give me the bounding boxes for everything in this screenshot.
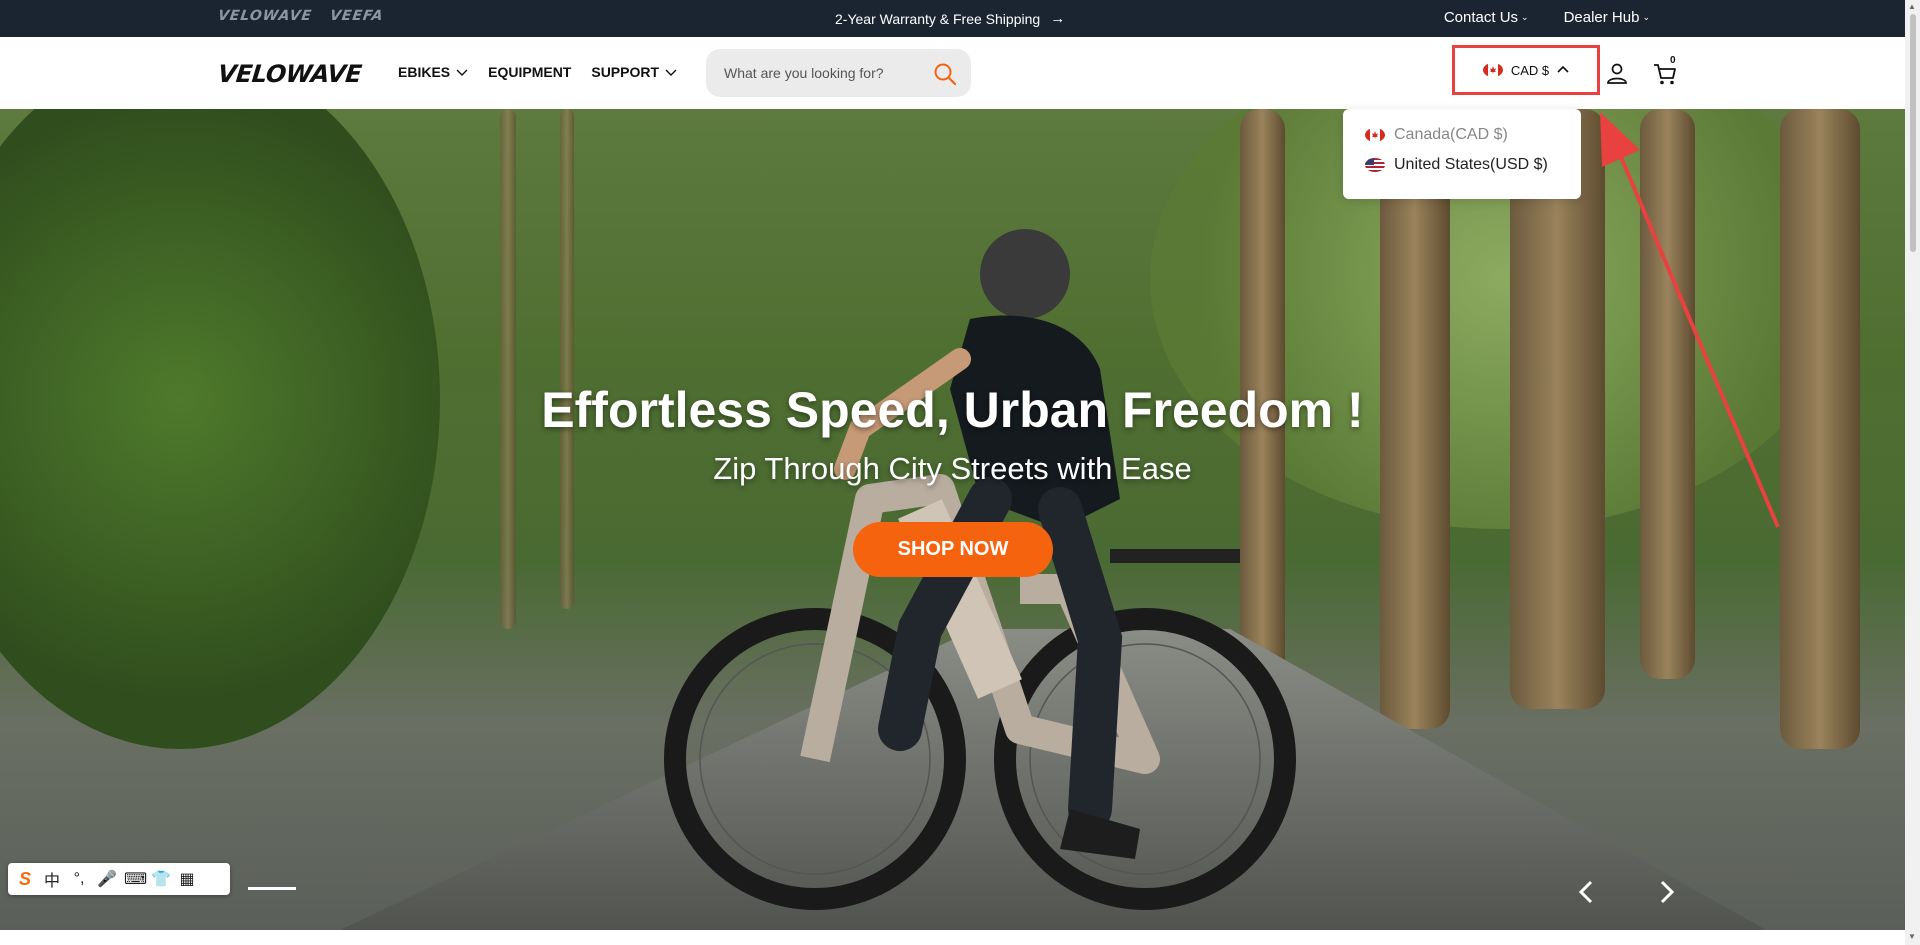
announcement[interactable]: 2-Year Warranty & Free Shipping → xyxy=(835,10,1065,27)
chevron-down-icon: ⌄ xyxy=(1521,12,1529,22)
announcement-text: 2-Year Warranty & Free Shipping xyxy=(835,10,1041,27)
scrollbar-thumb[interactable] xyxy=(1910,14,1916,252)
brand-link-veefa[interactable]: VEEFA xyxy=(329,8,385,24)
grid-menu-icon[interactable]: ▦ xyxy=(178,869,196,889)
chevron-left-icon[interactable] xyxy=(1572,877,1602,907)
hero-banner: Effortless Speed, Urban Freedom ! Zip Th… xyxy=(0,109,1905,930)
dealer-hub-link[interactable]: Dealer Hub ⌄ xyxy=(1564,9,1650,26)
currency-option-label: Canada(CAD $) xyxy=(1394,126,1508,143)
currency-option-us[interactable]: United States(USD $) xyxy=(1365,156,1548,174)
scroll-up-arrow-icon[interactable]: ▲ xyxy=(1908,2,1916,11)
skin-icon[interactable]: 👕 xyxy=(151,869,171,889)
ime-logo-icon[interactable]: S xyxy=(16,869,34,890)
chevron-up-icon xyxy=(1557,65,1569,73)
ime-punctuation-icon[interactable]: °, xyxy=(70,870,88,888)
cart-count-badge: 0 xyxy=(1670,55,1676,66)
dealer-hub-label: Dealer Hub xyxy=(1563,9,1640,26)
contact-us-label: Contact Us xyxy=(1443,9,1519,26)
site-logo[interactable]: VELOWAVE xyxy=(217,60,363,88)
chevron-down-icon: ⌄ xyxy=(1642,12,1650,22)
chevron-down-icon xyxy=(665,69,677,76)
search-input[interactable] xyxy=(722,64,916,82)
shop-now-button[interactable]: SHOP NOW xyxy=(853,522,1053,577)
contact-us-link[interactable]: Contact Us ⌄ xyxy=(1444,9,1529,26)
chevron-down-icon xyxy=(456,69,468,76)
nav-label: EBIKES xyxy=(398,64,451,80)
hero-subtitle: Zip Through City Streets with Ease xyxy=(713,451,1192,486)
tree-trunk xyxy=(500,109,516,629)
currency-dropdown: Canada(CAD $) United States(USD $) xyxy=(1343,109,1581,199)
search-box xyxy=(706,49,971,97)
nav-item-equipment[interactable]: EQUIPMENT xyxy=(488,64,571,80)
brand-link-velowave[interactable]: VELOWAVE xyxy=(217,8,313,24)
canada-flag-icon xyxy=(1365,128,1385,142)
nav-label: SUPPORT xyxy=(591,64,660,80)
chevron-right-icon[interactable] xyxy=(1651,877,1681,907)
nav-item-support[interactable]: SUPPORT xyxy=(591,64,677,80)
hero-title: Effortless Speed, Urban Freedom ! xyxy=(541,382,1364,438)
us-flag-icon xyxy=(1365,158,1385,172)
currency-option-canada[interactable]: Canada(CAD $) xyxy=(1365,126,1508,144)
slide-indicator[interactable] xyxy=(248,887,296,890)
account-icon[interactable] xyxy=(1605,61,1629,85)
currency-label: CAD $ xyxy=(1510,62,1550,78)
scroll-down-arrow-icon[interactable]: ▼ xyxy=(1908,932,1916,941)
top-links: Contact Us ⌄ Dealer Hub ⌄ xyxy=(1444,9,1650,26)
canada-flag-icon xyxy=(1482,63,1503,77)
arrow-right-icon: → xyxy=(1050,10,1066,27)
search-icon[interactable] xyxy=(933,62,957,86)
keyboard-icon[interactable]: ⌨ xyxy=(124,869,147,889)
nav-item-ebikes[interactable]: EBIKES xyxy=(398,64,468,80)
ime-chinese-mode[interactable]: 中 xyxy=(43,867,61,891)
currency-selector[interactable]: CAD $ xyxy=(1452,45,1600,95)
site-header: VELOWAVE EBIKES EQUIPMENT SUPPORT CAD $ xyxy=(0,37,1905,109)
microphone-icon[interactable]: 🎤 xyxy=(97,869,117,889)
tree-trunk xyxy=(560,109,574,609)
main-nav: EBIKES EQUIPMENT SUPPORT xyxy=(398,64,677,80)
brand-switcher: VELOWAVE VEEFA xyxy=(217,8,385,24)
ime-toolbar: S 中 °, 🎤 ⌨ 👕 ▦ xyxy=(8,863,230,895)
nav-label: EQUIPMENT xyxy=(488,64,572,80)
currency-option-label: United States(USD $) xyxy=(1394,156,1548,173)
announcement-bar: VELOWAVE VEEFA 2-Year Warranty & Free Sh… xyxy=(0,0,1905,37)
